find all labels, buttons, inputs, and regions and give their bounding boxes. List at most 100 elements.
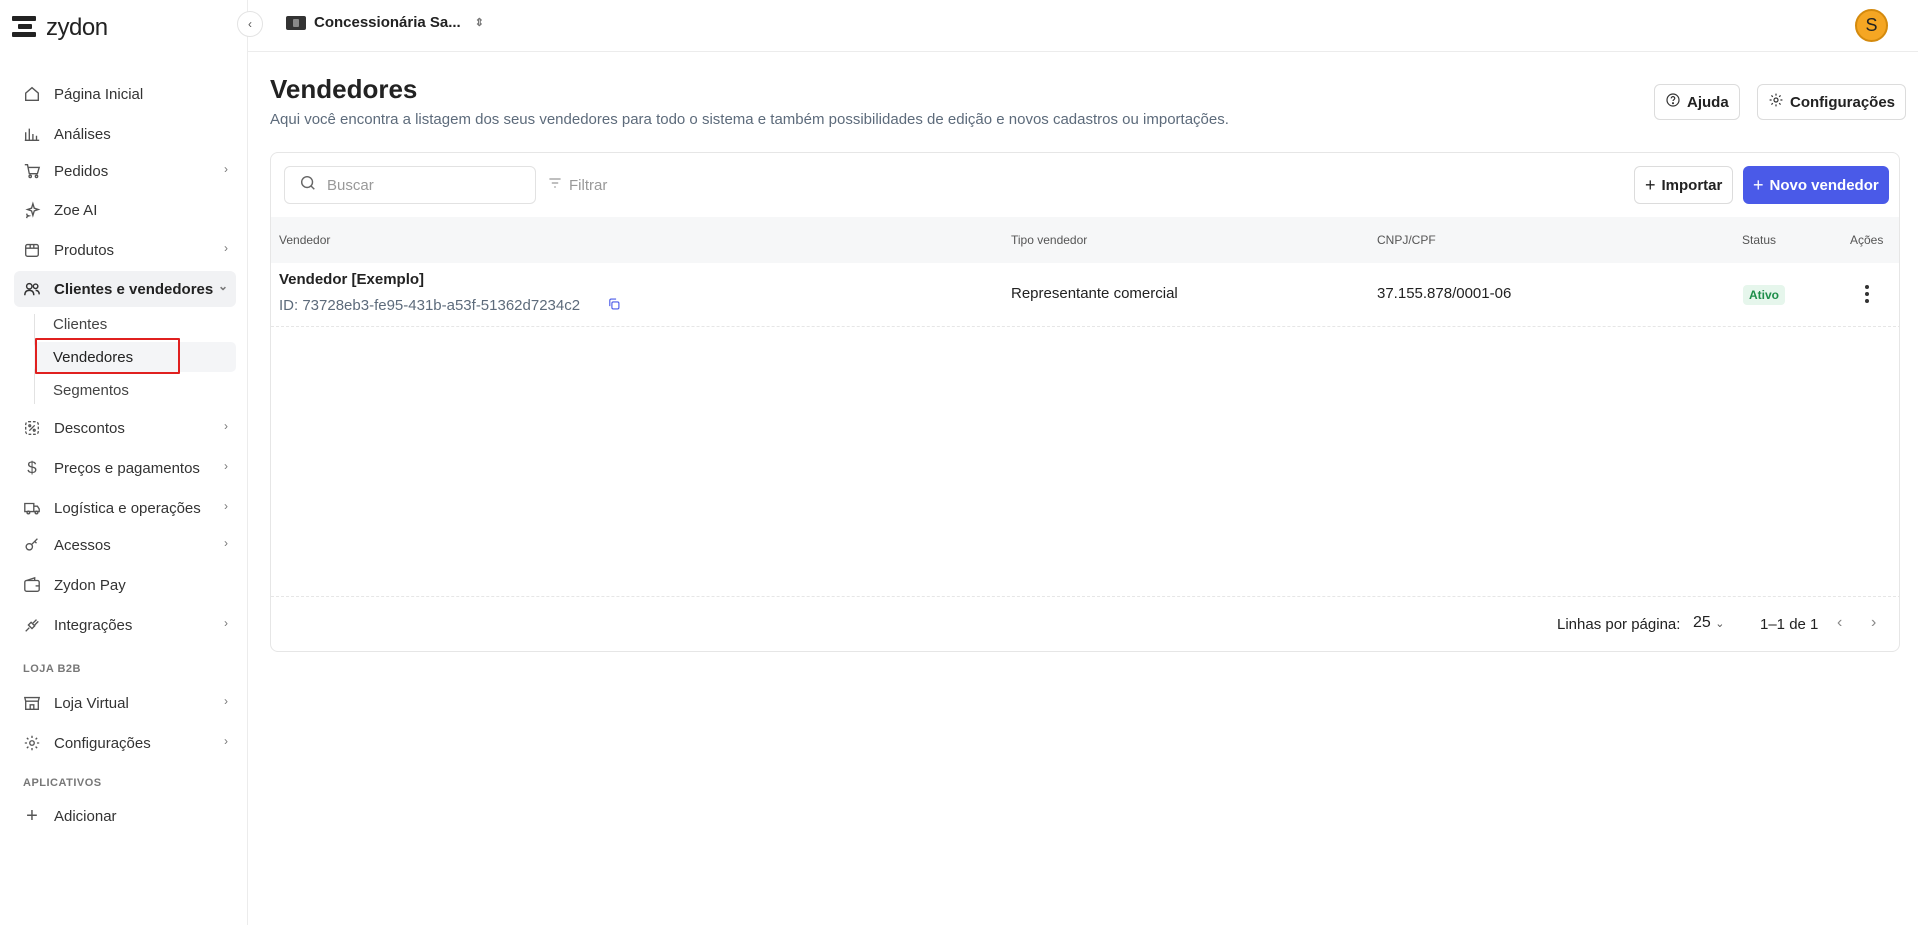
company-selector[interactable]: Concessionária Sa... ⇕ <box>286 14 484 31</box>
search-input[interactable] <box>327 176 507 194</box>
rows-per-page-select[interactable]: 25 ⌄ <box>1693 614 1724 632</box>
dollar-icon: $ <box>27 458 37 477</box>
sidebar-subitem-label: Segmentos <box>53 381 129 399</box>
sidebar-item-configuracoes[interactable]: Configurações › <box>14 725 236 761</box>
sidebar-item-pedidos[interactable]: Pedidos › <box>14 153 236 189</box>
seller-name[interactable]: Vendedor [Exemplo] <box>279 271 424 288</box>
chevron-right-icon: › <box>224 419 228 433</box>
page-title: Vendedores <box>270 74 418 104</box>
chevron-right-icon: › <box>224 459 228 473</box>
search-field[interactable] <box>284 166 536 204</box>
chevron-right-icon: › <box>224 162 228 176</box>
copy-icon[interactable] <box>607 297 621 315</box>
sidebar-item-label: Análises <box>54 125 111 143</box>
column-header-cnpj[interactable]: CNPJ/CPF <box>1377 233 1436 247</box>
sidebar-item-label: Zydon Pay <box>54 576 126 594</box>
column-header-status[interactable]: Status <box>1742 233 1776 247</box>
filter-label: Filtrar <box>569 176 608 194</box>
question-circle-icon <box>1665 92 1681 112</box>
zydon-logo-icon <box>12 14 38 42</box>
seller-type: Representante comercial <box>1011 285 1178 302</box>
truck-icon <box>22 498 42 518</box>
status-badge: Ativo <box>1743 285 1785 305</box>
seller-document: 37.155.878/0001-06 <box>1377 285 1512 302</box>
rows-per-page-value: 25 <box>1693 614 1711 631</box>
chevron-right-icon: › <box>224 241 228 255</box>
sidebar-item-integracoes[interactable]: Integrações › <box>14 607 236 643</box>
logo[interactable]: zydon <box>12 14 108 42</box>
chevron-down-icon: ⌄ <box>1715 618 1725 630</box>
users-icon <box>22 279 42 299</box>
new-seller-label: Novo vendedor <box>1769 176 1879 194</box>
plug-icon <box>22 615 42 635</box>
page-description: Aqui você encontra a listagem dos seus v… <box>270 111 1229 128</box>
sidebar-item-label: Logística e operações <box>54 499 201 517</box>
sidebar-subitem-segmentos[interactable]: Segmentos <box>34 375 236 405</box>
sidebar-item-label: Adicionar <box>54 807 117 825</box>
filter-button[interactable]: Filtrar <box>547 175 607 195</box>
column-header-tipo[interactable]: Tipo vendedor <box>1011 233 1087 247</box>
settings-label: Configurações <box>1790 93 1896 111</box>
help-button[interactable]: Ajuda <box>1654 84 1740 120</box>
sidebar-item-label: Preços e pagamentos <box>54 459 200 477</box>
import-button[interactable]: + Importar <box>1634 166 1734 204</box>
plus-icon: + <box>1753 174 1764 195</box>
search-icon <box>299 174 317 197</box>
row-actions-menu-icon[interactable] <box>1864 285 1870 303</box>
collapse-sidebar-button[interactable]: ‹ <box>237 11 263 37</box>
table-row[interactable]: Vendedor [Exemplo] ID: 73728eb3-fe95-431… <box>271 263 1899 327</box>
chevron-updown-icon: ⇕ <box>474 17 484 29</box>
avatar-initial: S <box>1865 15 1878 35</box>
column-header-acoes: Ações <box>1850 233 1884 247</box>
sidebar-item-produtos[interactable]: Produtos › <box>14 232 236 268</box>
sidebar-item-label: Integrações <box>54 616 133 634</box>
sidebar-item-label: Clientes e vendedores <box>54 280 214 298</box>
sidebar-item-analises[interactable]: Análises <box>14 116 236 152</box>
sidebar-item-acessos[interactable]: Acessos › <box>14 527 236 563</box>
topbar: Concessionária Sa... ⇕ S <box>248 0 1918 52</box>
discount-icon <box>22 418 42 438</box>
store-icon <box>22 693 42 713</box>
sidebar-item-descontos[interactable]: Descontos › <box>14 410 236 446</box>
box-icon <box>22 240 42 260</box>
seller-id: ID: 73728eb3-fe95-431b-a53f-51362d7234c2 <box>279 297 581 314</box>
company-name: Concessionária Sa... <box>314 14 461 31</box>
chevron-left-icon: ‹ <box>248 17 252 31</box>
highlight-annotation-box <box>35 338 180 374</box>
cart-icon <box>22 161 42 181</box>
wallet-icon <box>22 575 42 595</box>
chevron-right-icon: › <box>224 499 228 513</box>
avatar[interactable]: S <box>1855 9 1888 42</box>
sidebar-item-label: Zoe AI <box>54 201 98 219</box>
filter-icon <box>547 175 563 195</box>
settings-button[interactable]: Configurações <box>1757 84 1907 120</box>
next-page-button[interactable]: › <box>1871 614 1876 632</box>
sidebar-item-clientes-e-vendedores[interactable]: Clientes e vendedores ⌄ <box>14 271 236 307</box>
plus-icon: + <box>26 804 38 827</box>
section-title-aplicativos: APLICATIVOS <box>23 777 102 789</box>
sidebar-item-label: Loja Virtual <box>54 694 129 712</box>
sidebar-item-pagina-inicial[interactable]: Página Inicial <box>14 76 236 112</box>
sidebar-item-logistica-e-operacoes[interactable]: Logística e operações › <box>14 490 236 526</box>
chevron-down-icon: ⌄ <box>217 279 228 293</box>
rows-per-page-label: Linhas por página: <box>1557 616 1681 633</box>
section-title-loja-b2b: LOJA B2B <box>23 663 81 675</box>
help-label: Ajuda <box>1687 93 1729 111</box>
plus-icon: + <box>1645 174 1656 195</box>
column-header-vendedor[interactable]: Vendedor <box>279 233 330 247</box>
sidebar-item-label: Acessos <box>54 536 111 554</box>
previous-page-button[interactable]: ‹ <box>1837 614 1842 632</box>
sellers-table-card: Filtrar + Importar + Novo vendedor Vende… <box>270 152 1900 652</box>
sidebar-item-zoe-ai[interactable]: Zoe AI <box>14 192 236 228</box>
sidebar-item-precos-e-pagamentos[interactable]: $ Preços e pagamentos › <box>14 450 236 486</box>
gear-icon <box>22 733 42 753</box>
sidebar-subitem-clientes[interactable]: Clientes <box>34 309 236 339</box>
sidebar-item-label: Pedidos <box>54 162 109 180</box>
sidebar-item-loja-virtual[interactable]: Loja Virtual › <box>14 685 236 721</box>
sidebar-item-label: Descontos <box>54 419 125 437</box>
chevron-right-icon: › <box>224 734 228 748</box>
sidebar-item-zydon-pay[interactable]: Zydon Pay <box>14 567 236 603</box>
chevron-right-icon: › <box>224 694 228 708</box>
sidebar-item-adicionar[interactable]: + Adicionar <box>14 798 236 834</box>
new-seller-button[interactable]: + Novo vendedor <box>1743 166 1889 204</box>
